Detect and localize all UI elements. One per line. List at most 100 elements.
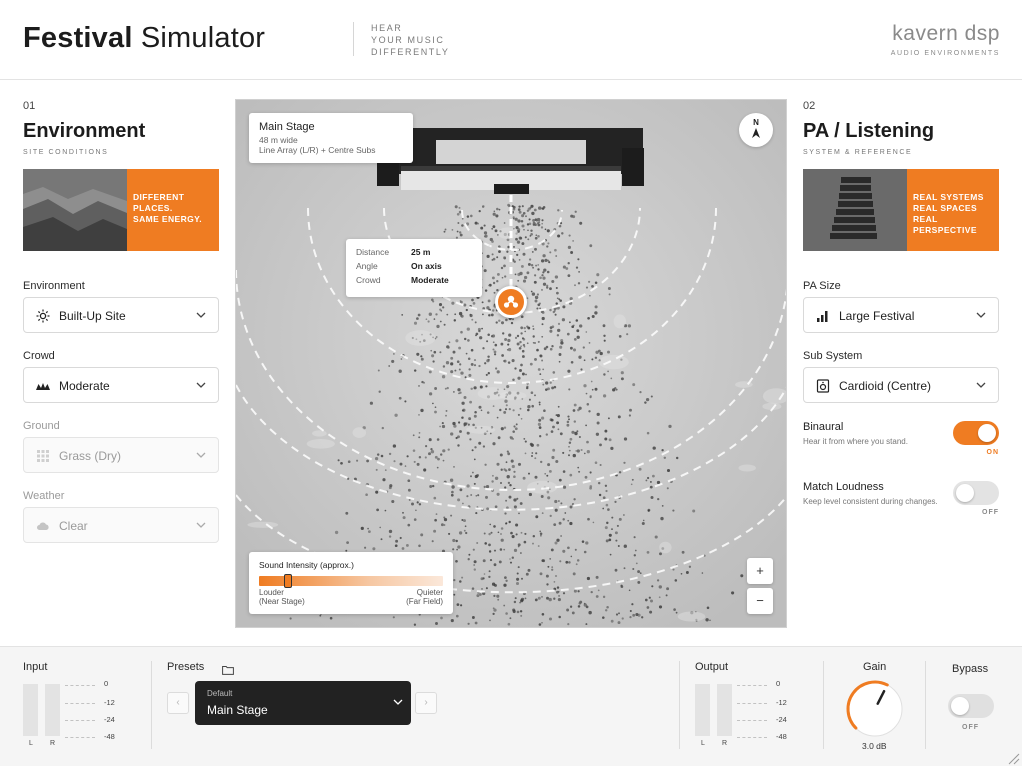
binaural-state: ON bbox=[986, 449, 999, 456]
promo-text: DIFFERENT PLACES. SAME ENERGY. bbox=[127, 169, 219, 251]
promo-line: REAL SYSTEMS bbox=[913, 192, 984, 202]
stage-title: Main Stage bbox=[259, 121, 315, 133]
match-loudness-row: Match Loudness Keep level consistent dur… bbox=[803, 481, 999, 516]
header: Festival Simulator HEAR YOUR MUSIC DIFFE… bbox=[0, 0, 1022, 80]
scale-24: -24 bbox=[776, 715, 787, 724]
footer-divider bbox=[151, 661, 152, 749]
scale-line bbox=[65, 720, 95, 721]
scale-line bbox=[737, 720, 767, 721]
output-meter-r-label: R bbox=[722, 740, 728, 747]
chevron-down-icon bbox=[976, 382, 986, 388]
promo-line: PLACES. bbox=[133, 203, 173, 213]
chevron-down-icon bbox=[196, 522, 206, 528]
crowd-select[interactable]: Moderate bbox=[23, 367, 219, 403]
scale-0: 0 bbox=[776, 679, 781, 688]
output-meter-left bbox=[695, 684, 710, 736]
brand-logo: kavern dsp AUDIO ENVIRONMENTS bbox=[891, 22, 1000, 57]
promo-line: REAL PERSPECTIVE bbox=[913, 214, 977, 235]
crowd-label: Crowd bbox=[23, 350, 55, 362]
promo-line: SAME ENERGY. bbox=[133, 214, 203, 224]
toggle-knob bbox=[951, 697, 969, 715]
pa-size-select[interactable]: Large Festival bbox=[803, 297, 999, 333]
scale-48: -48 bbox=[104, 732, 115, 741]
output-meter-l-label: L bbox=[701, 740, 705, 747]
cloud-icon bbox=[37, 522, 49, 530]
scale-48: -48 bbox=[776, 732, 787, 741]
bypass-state: OFF bbox=[962, 724, 979, 731]
header-divider bbox=[353, 22, 354, 56]
scale-line bbox=[65, 737, 95, 738]
festival-map[interactable]: Main Stage 48 m wide Line Array (L/R) + … bbox=[235, 99, 787, 628]
section-subtitle: SITE CONDITIONS bbox=[23, 149, 109, 156]
tagline: HEAR YOUR MUSIC DIFFERENTLY bbox=[371, 22, 449, 58]
intensity-title: Sound Intensity (approx.) bbox=[259, 560, 354, 570]
chevron-down-icon bbox=[393, 699, 403, 705]
preset-caption: Default bbox=[207, 689, 233, 698]
brand-name: kavern dsp bbox=[892, 22, 1000, 45]
section-number: 01 bbox=[23, 100, 36, 112]
match-loudness-state: OFF bbox=[982, 509, 999, 516]
app-title-bold: Festival bbox=[23, 22, 133, 54]
environment-select[interactable]: Built-Up Site bbox=[23, 297, 219, 333]
intensity-louder-sub: (Near Stage) bbox=[259, 597, 305, 606]
binaural-row: Binaural Hear it from where you stand. O… bbox=[803, 421, 999, 456]
preset-prev-button[interactable]: ‹ bbox=[167, 692, 189, 714]
ground-select: Grass (Dry) bbox=[23, 437, 219, 473]
preset-select[interactable]: Default Main Stage bbox=[195, 681, 411, 725]
tagline-line: DIFFERENTLY bbox=[371, 47, 450, 57]
environment-value: Built-Up Site bbox=[59, 309, 126, 323]
footer-divider bbox=[925, 661, 926, 749]
scale-line bbox=[65, 703, 95, 704]
info-value: 25 m bbox=[411, 247, 431, 257]
promo-text: REAL SYSTEMS REAL SPACES REAL PERSPECTIV… bbox=[907, 169, 999, 251]
brand-subtitle: AUDIO ENVIRONMENTS bbox=[890, 50, 1000, 57]
line-array-image bbox=[803, 169, 907, 251]
environment-promo: DIFFERENT PLACES. SAME ENERGY. bbox=[23, 169, 219, 251]
compass-north-label: N bbox=[753, 118, 759, 127]
folder-icon[interactable] bbox=[222, 665, 234, 675]
info-row-distance: Distance 25 m bbox=[356, 247, 472, 261]
scale-24: -24 bbox=[104, 715, 115, 724]
app-title: Festival Simulator bbox=[23, 22, 265, 55]
footer-bar: Input L R 0 -12 -24 -48 Presets ‹ Defaul… bbox=[0, 646, 1022, 766]
promo-line: REAL SPACES bbox=[913, 203, 978, 213]
zoom-in-button[interactable]: + bbox=[747, 558, 773, 584]
weather-value: Clear bbox=[59, 519, 88, 533]
info-row-angle: Angle On axis bbox=[356, 261, 472, 275]
input-meter-r-label: R bbox=[50, 740, 56, 747]
listener-info-card: Distance 25 m Angle On axis Crowd Moderate bbox=[346, 239, 482, 297]
pa-listening-panel: 02 PA / Listening SYSTEM & REFERENCE REA… bbox=[803, 100, 999, 516]
intensity-quieter-sub: (Far Field) bbox=[406, 597, 443, 606]
scale-12: -12 bbox=[776, 698, 787, 707]
sub-system-select[interactable]: Cardioid (Centre) bbox=[803, 367, 999, 403]
preset-next-button[interactable]: › bbox=[415, 692, 437, 714]
bars-icon bbox=[817, 311, 828, 322]
chevron-down-icon bbox=[196, 382, 206, 388]
weather-select: Clear bbox=[23, 507, 219, 543]
info-row-crowd: Crowd Moderate bbox=[356, 275, 472, 289]
intensity-quieter-label: Quieter bbox=[416, 588, 443, 597]
ground-value: Grass (Dry) bbox=[59, 449, 121, 463]
input-label: Input bbox=[23, 661, 48, 673]
gain-knob[interactable] bbox=[843, 677, 907, 741]
scale-0: 0 bbox=[104, 679, 109, 688]
intensity-bar bbox=[259, 574, 443, 588]
match-loudness-toggle[interactable] bbox=[953, 481, 999, 505]
info-key: Angle bbox=[356, 261, 378, 271]
environment-label: Environment bbox=[23, 280, 85, 292]
scale-line bbox=[737, 703, 767, 704]
binaural-toggle[interactable] bbox=[953, 421, 999, 445]
bypass-toggle[interactable] bbox=[948, 694, 994, 718]
resize-handle-icon[interactable] bbox=[1006, 751, 1020, 765]
map-canvas bbox=[236, 100, 786, 627]
gain-label: Gain bbox=[863, 661, 887, 673]
footer-divider bbox=[679, 661, 680, 749]
sub-system-value: Cardioid (Centre) bbox=[839, 379, 932, 393]
stage-system: Line Array (L/R) + Centre Subs bbox=[259, 145, 376, 155]
compass-button[interactable]: N bbox=[739, 113, 773, 147]
zoom-out-button[interactable]: − bbox=[747, 588, 773, 614]
crowd-icon bbox=[36, 383, 50, 390]
pa-size-value: Large Festival bbox=[839, 309, 915, 323]
weather-label: Weather bbox=[23, 490, 65, 502]
listener-position-handle[interactable] bbox=[495, 286, 527, 318]
